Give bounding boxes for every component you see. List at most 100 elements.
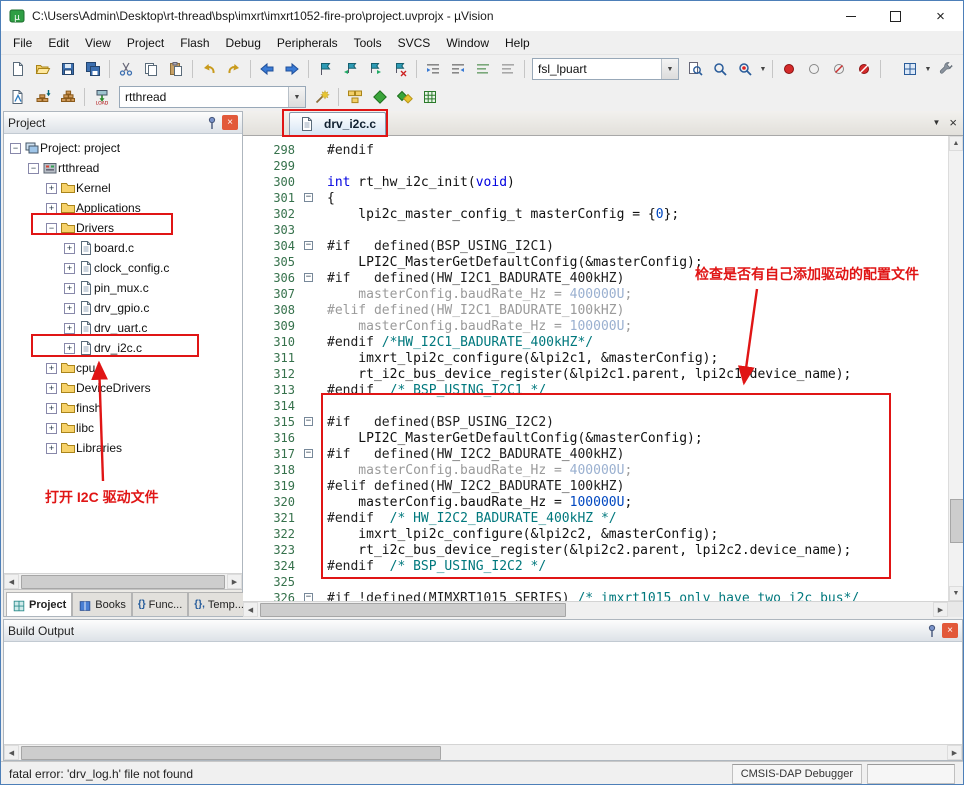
menu-flash[interactable]: Flash	[172, 33, 217, 53]
menu-view[interactable]: View	[77, 33, 119, 53]
save-button[interactable]	[56, 58, 80, 80]
tree-item-drivers[interactable]: −Drivers	[4, 218, 242, 238]
bookmark-next-button[interactable]	[363, 58, 387, 80]
scroll-right-icon[interactable]: ▶	[227, 574, 242, 589]
window-layout-button[interactable]	[898, 58, 922, 80]
code-line-309[interactable]: 309 masterConfig.baudRate_Hz = 100000U;	[243, 318, 948, 334]
save-all-button[interactable]	[81, 58, 105, 80]
code-line-320[interactable]: 320 masterConfig.baudRate_Hz = 100000U;	[243, 494, 948, 510]
redo-button[interactable]	[222, 58, 246, 80]
code-line-306[interactable]: 306−#if defined(HW_I2C1_BADURATE_400kHZ)	[243, 270, 948, 286]
code-line-302[interactable]: 302 lpi2c_master_config_t masterConfig =…	[243, 206, 948, 222]
expand-icon[interactable]: +	[46, 363, 57, 374]
code-line-305[interactable]: 305 LPI2C_MasterGetDefaultConfig(&master…	[243, 254, 948, 270]
expand-icon[interactable]: +	[64, 343, 75, 354]
code-line-323[interactable]: 323 rt_i2c_bus_device_register(&lpi2c2.p…	[243, 542, 948, 558]
tree-item-rtthread[interactable]: −rtthread	[4, 158, 242, 178]
panel-tab-books[interactable]: Books	[72, 592, 132, 616]
tree-item-drv-uart-c[interactable]: +drv_uart.c	[4, 318, 242, 338]
scroll-left-icon[interactable]: ◀	[4, 745, 19, 760]
expand-icon[interactable]: +	[46, 443, 57, 454]
menu-project[interactable]: Project	[119, 33, 172, 53]
fold-collapse-icon[interactable]: −	[304, 593, 313, 601]
breakpoint-button[interactable]	[777, 58, 801, 80]
undo-button[interactable]	[197, 58, 221, 80]
comment-button[interactable]	[471, 58, 495, 80]
file-extensions-button[interactable]	[343, 86, 367, 108]
scroll-left-icon[interactable]: ◀	[243, 602, 258, 617]
code-line-315[interactable]: 315−#if defined(BSP_USING_I2C2)	[243, 414, 948, 430]
tree-item-applications[interactable]: +Applications	[4, 198, 242, 218]
build-button[interactable]	[31, 86, 55, 108]
fold-collapse-icon[interactable]: −	[304, 193, 313, 202]
target-select-input[interactable]	[120, 87, 288, 107]
menu-help[interactable]: Help	[497, 33, 538, 53]
tree-item-devicedrivers[interactable]: +DeviceDrivers	[4, 378, 242, 398]
breakpoint-disable-all-button[interactable]	[827, 58, 851, 80]
dropdown-chevron-icon[interactable]: ▼	[923, 66, 933, 73]
expand-icon[interactable]: +	[64, 303, 75, 314]
menu-window[interactable]: Window	[438, 33, 497, 53]
code-line-311[interactable]: 311 imxrt_lpi2c_configure(&lpi2c1, &mast…	[243, 350, 948, 366]
fold-margin[interactable]: −	[303, 446, 317, 462]
project-panel-close-button[interactable]: ×	[222, 115, 238, 130]
code-editor[interactable]: 298#endif299300int rt_hw_i2c_init(void)3…	[243, 136, 963, 601]
collapse-icon[interactable]: −	[10, 143, 21, 154]
tree-item-libraries[interactable]: +Libraries	[4, 438, 242, 458]
code-line-303[interactable]: 303	[243, 222, 948, 238]
code-line-316[interactable]: 316 LPI2C_MasterGetDefaultConfig(&master…	[243, 430, 948, 446]
translate-button[interactable]	[6, 86, 30, 108]
menu-svcs[interactable]: SVCS	[390, 33, 439, 53]
scroll-down-icon[interactable]: ▼	[949, 586, 963, 601]
menu-peripherals[interactable]: Peripherals	[269, 33, 346, 53]
scroll-right-icon[interactable]: ▶	[933, 602, 948, 617]
tree-item-drv-gpio-c[interactable]: +drv_gpio.c	[4, 298, 242, 318]
menu-debug[interactable]: Debug	[218, 33, 269, 53]
uncomment-button[interactable]	[496, 58, 520, 80]
tab-list-chevron-icon[interactable]: ▼	[932, 118, 940, 127]
code-line-319[interactable]: 319#elif defined(HW_I2C2_BADURATE_100kHZ…	[243, 478, 948, 494]
rebuild-button[interactable]	[56, 86, 80, 108]
fold-margin[interactable]: −	[303, 238, 317, 254]
incremental-search-button[interactable]	[733, 58, 757, 80]
scroll-left-icon[interactable]: ◀	[4, 574, 19, 589]
minimize-button[interactable]	[828, 1, 873, 31]
tree-item-libc[interactable]: +libc	[4, 418, 242, 438]
close-button[interactable]: ×	[918, 1, 963, 31]
expand-icon[interactable]: +	[64, 323, 75, 334]
code-line-307[interactable]: 307 masterConfig.baudRate_Hz = 400000U;	[243, 286, 948, 302]
expand-icon[interactable]: +	[64, 283, 75, 294]
fold-collapse-icon[interactable]: −	[304, 417, 313, 426]
boards-button[interactable]	[418, 86, 442, 108]
scroll-thumb[interactable]	[950, 499, 963, 543]
nav-forward-button[interactable]	[280, 58, 304, 80]
bookmark-clear-button[interactable]	[388, 58, 412, 80]
pin-icon[interactable]	[924, 623, 940, 638]
nav-back-button[interactable]	[255, 58, 279, 80]
paste-button[interactable]	[164, 58, 188, 80]
code-line-322[interactable]: 322 imxrt_lpi2c_configure(&lpi2c2, &mast…	[243, 526, 948, 542]
code-line-312[interactable]: 312 rt_i2c_bus_device_register(&lpi2c1.p…	[243, 366, 948, 382]
tree-item-finsh[interactable]: +finsh	[4, 398, 242, 418]
breakpoint-disable-button[interactable]	[802, 58, 826, 80]
code-line-310[interactable]: 310#endif /*HW_I2C1_BADURATE_400kHZ*/	[243, 334, 948, 350]
code-line-318[interactable]: 318 masterConfig.baudRate_Hz = 400000U;	[243, 462, 948, 478]
scroll-thumb[interactable]	[260, 603, 566, 617]
code-line-313[interactable]: 313#endif /* BSP_USING_I2C1 */	[243, 382, 948, 398]
find-in-files-button[interactable]	[683, 58, 707, 80]
tree-item-board-c[interactable]: +board.c	[4, 238, 242, 258]
combo-dropdown-icon[interactable]: ▼	[288, 87, 305, 107]
collapse-icon[interactable]: −	[28, 163, 39, 174]
editor-vscrollbar[interactable]: ▲ ▼	[948, 136, 963, 601]
new-file-button[interactable]	[6, 58, 30, 80]
code-line-298[interactable]: 298#endif	[243, 142, 948, 158]
tree-item-project-project[interactable]: −Project: project	[4, 138, 242, 158]
wrench-button[interactable]	[934, 58, 958, 80]
maximize-button[interactable]	[873, 1, 918, 31]
expand-icon[interactable]: +	[64, 263, 75, 274]
build-output-hscrollbar[interactable]: ◀ ▶	[4, 744, 962, 760]
code-line-324[interactable]: 324#endif /* BSP_USING_I2C2 */	[243, 558, 948, 574]
expand-icon[interactable]: +	[46, 183, 57, 194]
code-line-301[interactable]: 301−{	[243, 190, 948, 206]
combo-dropdown-icon[interactable]: ▼	[661, 59, 678, 79]
